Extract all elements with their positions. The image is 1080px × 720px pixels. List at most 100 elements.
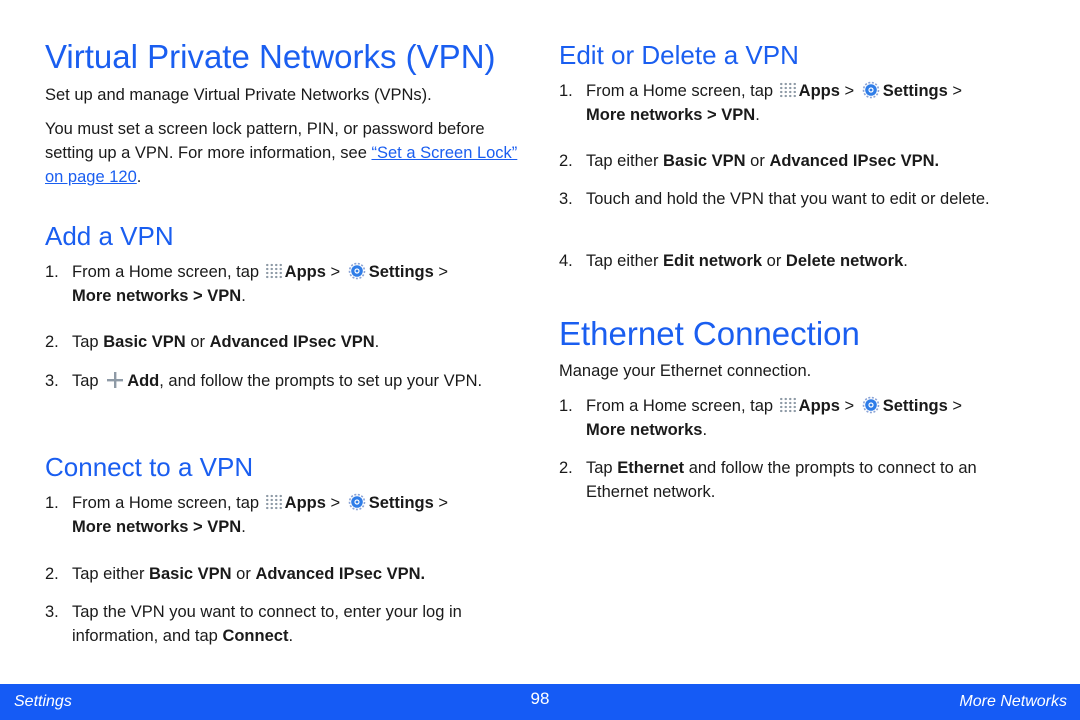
add-vpn-step-2: 2. Tap Basic VPN or Advanced IPsec VPN. — [45, 330, 520, 354]
step-number: 1. — [45, 263, 59, 281]
period: . — [374, 333, 380, 351]
ethernet-label: Ethernet — [617, 459, 685, 477]
gear-icon — [348, 262, 366, 280]
step-text: From a Home screen, tap — [586, 397, 778, 415]
more-networks-label: More networks — [586, 421, 703, 439]
period: . — [241, 287, 246, 305]
vpn-label: VPN — [207, 287, 242, 305]
gear-icon — [862, 396, 880, 414]
step-number: 2. — [559, 152, 573, 170]
apps-grid-icon — [778, 82, 797, 98]
separator: > — [702, 106, 722, 124]
separator: > — [188, 518, 208, 536]
basic-vpn-label: Basic VPN — [103, 333, 186, 351]
settings-label: Settings — [882, 397, 948, 415]
vpn-lock-note: You must set a screen lock pattern, PIN,… — [45, 117, 520, 189]
page-number: 98 — [530, 689, 550, 708]
apps-label: Apps — [284, 494, 326, 512]
step-text: Tap — [586, 459, 618, 477]
more-networks-label: More networks — [586, 106, 703, 124]
step-number: 2. — [45, 565, 59, 583]
step-number: 4. — [559, 252, 573, 270]
vpn-label: VPN — [207, 518, 242, 536]
step-text: Tap either — [586, 152, 664, 170]
ethernet-heading: Ethernet Connection — [559, 315, 860, 352]
separator: > — [188, 287, 208, 305]
advanced-ipsec-label: Advanced IPsec VPN — [209, 333, 375, 351]
step-number: 3. — [45, 372, 59, 390]
step-number: 3. — [559, 190, 573, 208]
step-text: or — [745, 152, 770, 170]
period: . — [241, 518, 246, 536]
edit-vpn-heading: Edit or Delete a VPN — [559, 40, 799, 70]
add-vpn-step-1: 1. From a Home screen, tap Apps > Settin… — [45, 260, 520, 308]
edit-vpn-step-1: 1. From a Home screen, tap Apps > Settin… — [559, 79, 1039, 127]
page-title: Virtual Private Networks (VPN) — [45, 38, 496, 75]
step-text: From a Home screen, tap — [72, 494, 264, 512]
apps-label: Apps — [798, 397, 840, 415]
footer-chapter: More Networks — [959, 693, 1067, 710]
more-networks-label: More networks — [72, 518, 189, 536]
step-number: 1. — [559, 82, 573, 100]
separator: > — [325, 263, 345, 281]
connect-label: Connect — [222, 627, 289, 645]
connect-vpn-step-1: 1. From a Home screen, tap Apps > Settin… — [45, 491, 520, 539]
apps-label: Apps — [798, 82, 840, 100]
add-vpn-step-3: 3. Tap Add, and follow the prompts to se… — [45, 369, 520, 393]
step-text: or — [231, 565, 256, 583]
delete-network-label: Delete network — [785, 252, 904, 270]
period: . — [288, 627, 294, 645]
step-number: 1. — [45, 494, 59, 512]
apps-grid-icon — [778, 397, 797, 413]
add-vpn-heading: Add a VPN — [45, 221, 174, 251]
edit-vpn-step-4: 4. Tap either Edit network or Delete net… — [559, 249, 1039, 273]
step-number: 2. — [559, 459, 573, 477]
add-label: Add — [127, 372, 160, 390]
vpn-label: VPN — [721, 106, 756, 124]
basic-vpn-label: Basic VPN — [663, 152, 746, 170]
basic-vpn-label: Basic VPN — [149, 565, 232, 583]
gear-icon — [348, 493, 366, 511]
apps-grid-icon — [264, 494, 283, 510]
settings-label: Settings — [368, 494, 434, 512]
gear-icon — [862, 81, 880, 99]
connect-vpn-step-2: 2. Tap either Basic VPN or Advanced IPse… — [45, 562, 520, 586]
step-text: or — [762, 252, 786, 270]
vpn-intro: Set up and manage Virtual Private Networ… — [45, 86, 432, 104]
connect-vpn-step-3: 3. Tap the VPN you want to connect to, e… — [45, 600, 520, 648]
plus-icon — [107, 372, 124, 388]
step-text: Tap — [72, 372, 104, 390]
ethernet-intro: Manage your Ethernet connection. — [559, 362, 812, 380]
separator: > — [433, 263, 449, 281]
separator: > — [325, 494, 345, 512]
step-text: Tap — [72, 333, 104, 351]
step-text: From a Home screen, tap — [586, 82, 778, 100]
step-number: 3. — [45, 603, 59, 621]
step-text: From a Home screen, tap — [72, 263, 264, 281]
separator: > — [947, 82, 963, 100]
step-text: Tap either — [586, 252, 664, 270]
step-number: 2. — [45, 333, 59, 351]
step-text: Touch and hold the VPN that you want to … — [586, 190, 990, 208]
step-text: , and follow the prompts to set up your … — [159, 372, 483, 390]
edit-vpn-step-2: 2. Tap either Basic VPN or Advanced IPse… — [559, 149, 1039, 173]
apps-label: Apps — [284, 263, 326, 281]
step-text: or — [185, 333, 210, 351]
advanced-ipsec-label: Advanced IPsec VPN. — [255, 565, 426, 583]
period: . — [755, 106, 760, 124]
advanced-ipsec-label: Advanced IPsec VPN. — [769, 152, 940, 170]
edit-network-label: Edit network — [663, 252, 763, 270]
page-footer: Settings 98 More Networks — [0, 684, 1080, 720]
more-networks-label: More networks — [72, 287, 189, 305]
apps-grid-icon — [264, 263, 283, 279]
separator: > — [839, 82, 859, 100]
connect-vpn-heading: Connect to a VPN — [45, 452, 254, 482]
separator: > — [433, 494, 449, 512]
settings-label: Settings — [368, 263, 434, 281]
step-number: 1. — [559, 397, 573, 415]
edit-vpn-step-3: 3. Touch and hold the VPN that you want … — [559, 187, 1039, 211]
ethernet-step-2: 2. Tap Ethernet and follow the prompts t… — [559, 456, 1039, 504]
period: . — [903, 252, 908, 270]
ethernet-step-1: 1. From a Home screen, tap Apps > Settin… — [559, 394, 1039, 442]
step-text: Tap either — [72, 565, 150, 583]
